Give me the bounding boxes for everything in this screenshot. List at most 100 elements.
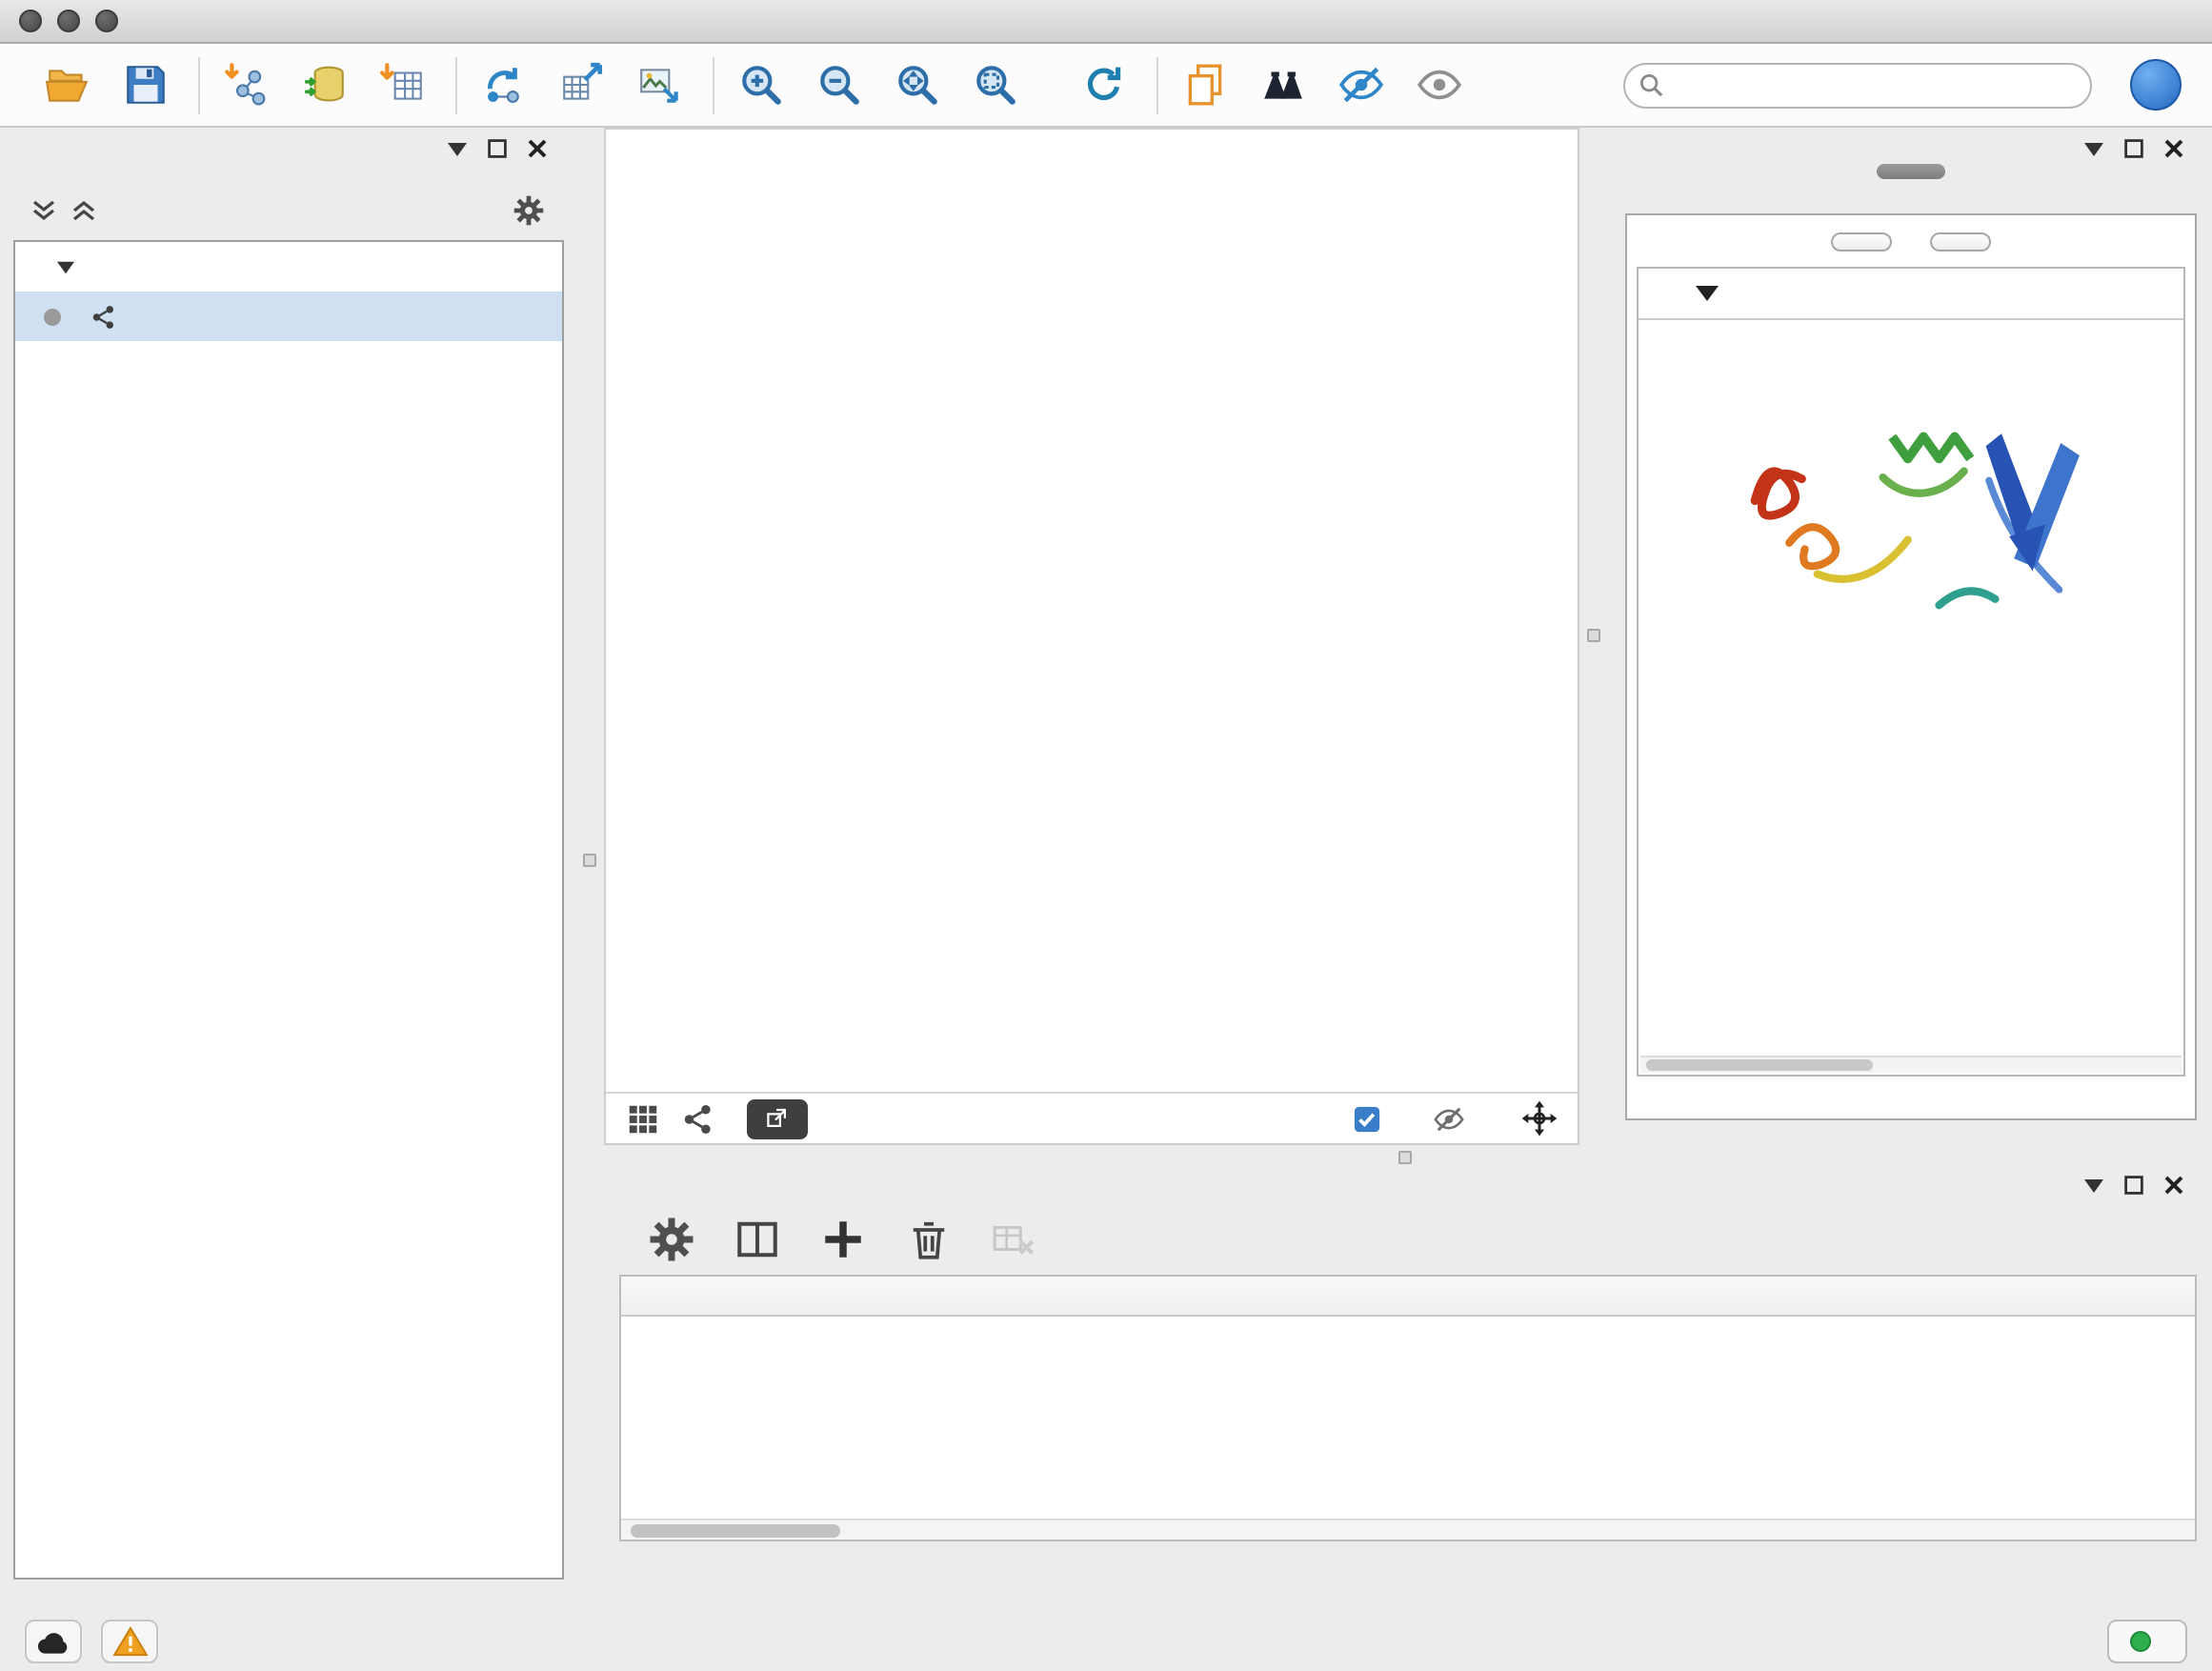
table-toolbar: [615, 1206, 2201, 1271]
search-box: [1623, 62, 2092, 108]
import-table-file-button[interactable]: [373, 54, 431, 115]
import-network-database-button[interactable]: [295, 54, 352, 115]
network-refresh-icon: [479, 61, 527, 109]
network-view-toolbar: [606, 1092, 1578, 1143]
zoom-in-button[interactable]: [732, 54, 789, 115]
zoom-fit-icon: [893, 61, 940, 109]
warning-button[interactable]: [101, 1620, 158, 1663]
section-collapse-icon[interactable]: [1696, 286, 1719, 301]
copy-button[interactable]: [1176, 54, 1233, 115]
delete-table-button-disabled: [989, 1214, 1038, 1263]
node-table: [619, 1275, 2197, 1541]
cloud-icon: [34, 1626, 72, 1657]
show-graphics-button[interactable]: [1410, 54, 1467, 115]
columns-icon: [733, 1215, 780, 1262]
results-panel: [1621, 128, 2201, 1166]
string-results-box: [1625, 213, 2197, 1120]
window-close-button[interactable]: [19, 10, 42, 32]
memory-status-dot: [2130, 1631, 2151, 1652]
export-image-icon: [635, 61, 683, 109]
external-link-icon: [763, 1104, 792, 1133]
birds-eye-button[interactable]: [1254, 54, 1311, 115]
hide-graphics-button[interactable]: [1332, 54, 1389, 115]
panel-menu-icon[interactable]: [448, 142, 467, 155]
protein-structure-image: [1639, 341, 2183, 684]
search-icon: [1639, 71, 1663, 96]
warning-icon: [111, 1625, 148, 1658]
protein-section-header[interactable]: [1639, 269, 2183, 320]
export-table-button[interactable]: [553, 54, 610, 115]
collapse-all-button[interactable]: [1930, 232, 1991, 252]
copy-document-icon: [1180, 61, 1228, 109]
zoom-out-button[interactable]: [810, 54, 867, 115]
application-window: [0, 0, 2212, 1671]
zoom-out-icon: [814, 61, 862, 109]
show-columns-button[interactable]: [732, 1214, 781, 1263]
expand-all-button[interactable]: [1831, 232, 1892, 252]
network-status-dot: [44, 308, 61, 325]
network-row[interactable]: [15, 292, 562, 341]
import-network-icon: [222, 61, 270, 109]
traffic-lights: [19, 10, 118, 32]
control-panel: [13, 128, 564, 1580]
network-tree: [13, 240, 564, 1580]
eye-icon: [1415, 61, 1462, 109]
status-bar: [0, 1612, 2212, 1671]
export-image-button[interactable]: [631, 54, 688, 115]
network-overview-icon[interactable]: [680, 1100, 716, 1137]
network-selector-row: [13, 187, 564, 232]
gear-icon[interactable]: [513, 193, 545, 226]
panel-float-icon[interactable]: [2124, 1176, 2143, 1195]
protein-description: [1639, 320, 2183, 341]
save-session-button[interactable]: [116, 54, 173, 115]
panel-close-icon[interactable]: [2164, 1176, 2183, 1195]
grid-view-icon[interactable]: [625, 1100, 661, 1137]
new-network-view-button[interactable]: [474, 54, 532, 115]
import-network-file-button[interactable]: [217, 54, 274, 115]
panel-float-icon[interactable]: [488, 139, 507, 158]
results-scrollbar[interactable]: [1640, 1056, 2182, 1073]
expand-all-icon[interactable]: [72, 199, 95, 220]
window-minimize-button[interactable]: [57, 10, 80, 32]
network-collection-row[interactable]: [15, 242, 562, 292]
cloud-status-button[interactable]: [25, 1620, 82, 1663]
panel-close-icon[interactable]: [528, 139, 547, 158]
open-in-browser-button[interactable]: [747, 1098, 808, 1138]
panel-float-icon[interactable]: [2124, 139, 2143, 158]
import-table-icon: [378, 61, 426, 109]
main-toolbar: [0, 44, 2212, 128]
delete-column-button[interactable]: [903, 1214, 953, 1263]
table-horizontal-scrollbar[interactable]: [621, 1519, 2195, 1540]
refresh-view-button[interactable]: [1075, 54, 1132, 115]
panel-close-icon[interactable]: [2164, 139, 2183, 158]
collection-collapse-icon[interactable]: [57, 260, 74, 273]
fit-content-icon[interactable]: [1520, 1099, 1558, 1137]
open-session-button[interactable]: [38, 54, 95, 115]
string-network-icon: [90, 302, 118, 331]
table-settings-button[interactable]: [646, 1214, 695, 1263]
window-zoom-button[interactable]: [95, 10, 118, 32]
collapse-all-icon[interactable]: [32, 199, 55, 220]
table-panel: [615, 1164, 2201, 1610]
crosslinks-title: [1639, 684, 2183, 718]
selected-checkbox-icon[interactable]: [1353, 1104, 1381, 1133]
table-header: [621, 1277, 2195, 1317]
memory-button[interactable]: [2107, 1620, 2187, 1663]
zoom-selected-button[interactable]: [966, 54, 1023, 115]
hidden-eye-icon[interactable]: [1431, 1102, 1467, 1135]
panel-menu-icon[interactable]: [2084, 1178, 2103, 1192]
refresh-icon: [1079, 61, 1127, 109]
tab-string[interactable]: [1877, 164, 1945, 179]
control-panel-header: [13, 128, 564, 170]
zoom-fit-button[interactable]: [888, 54, 945, 115]
panel-menu-icon[interactable]: [2084, 142, 2103, 155]
left-splitter-handle[interactable]: [583, 854, 596, 867]
search-input[interactable]: [1623, 62, 2092, 108]
table-panel-header: [615, 1164, 2201, 1206]
right-splitter-handle[interactable]: [1587, 629, 1600, 642]
bottom-splitter-handle[interactable]: [1398, 1151, 1412, 1164]
delete-table-icon: [990, 1215, 1037, 1262]
create-column-button[interactable]: [817, 1214, 867, 1263]
help-button[interactable]: [2130, 59, 2182, 111]
network-canvas[interactable]: [606, 130, 1578, 1092]
